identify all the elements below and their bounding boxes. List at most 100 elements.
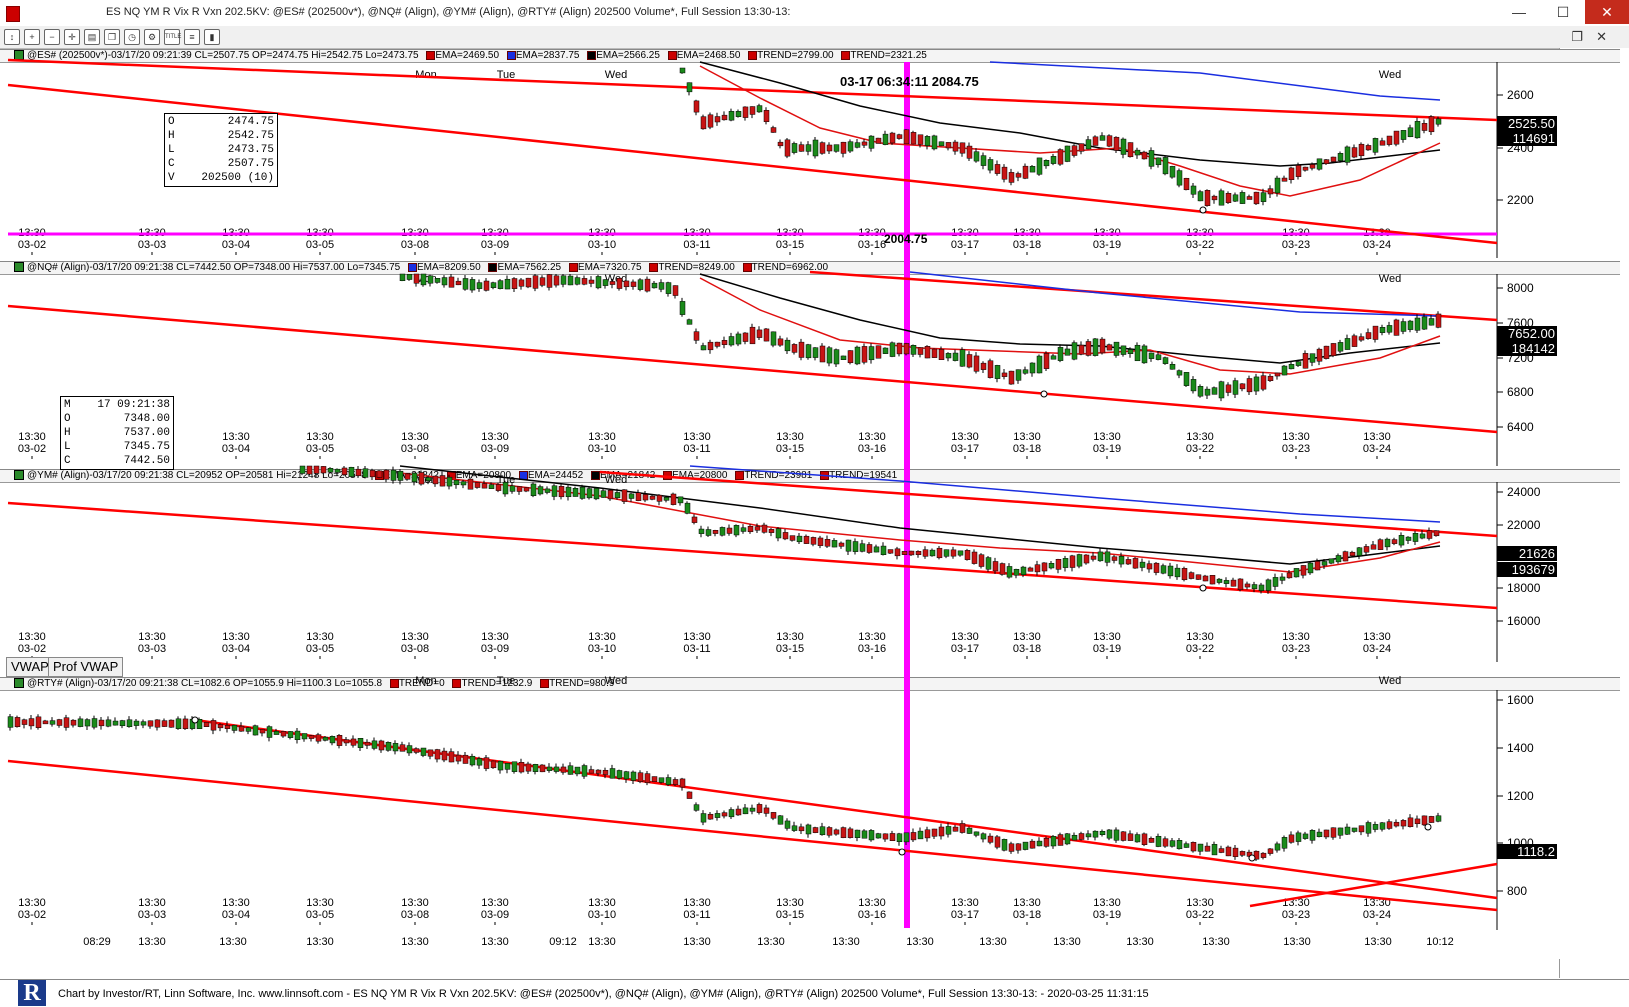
nq-candle — [581, 278, 588, 285]
es-candle — [917, 134, 924, 145]
candle-icon[interactable]: ▮ — [204, 29, 220, 45]
rty-candle — [1400, 820, 1407, 827]
mdi-restore-button[interactable]: ❐ — [1571, 29, 1583, 45]
rty-candle — [1120, 831, 1127, 841]
es-candle — [1092, 136, 1099, 146]
rty-candle — [91, 718, 98, 728]
nq-candle — [1302, 353, 1309, 369]
crosshair-icon[interactable]: ✛ — [64, 29, 80, 45]
date-tick-label: 03-11 — [683, 239, 710, 251]
nq-candle — [896, 342, 903, 355]
price-tick-label: 800 — [1507, 884, 1527, 898]
rty-candle — [679, 778, 686, 788]
date-tick-label: 03-11 — [683, 909, 710, 921]
ym-candle — [572, 487, 579, 497]
es-candle — [840, 141, 847, 154]
rty-candle — [308, 735, 315, 739]
close-button[interactable]: ✕ — [1585, 0, 1629, 24]
rty-candle — [623, 771, 630, 780]
settings-icon[interactable]: ⚙ — [144, 29, 160, 45]
rty-candle — [350, 738, 357, 746]
ym-candle — [628, 493, 635, 499]
chart-toolbar: ↕ + − ✛ ▤ ❐ ◷ ⚙ TITLE ≡ ▮ ❐ ✕ — [0, 26, 1629, 49]
zoom-in-icon[interactable]: + — [24, 29, 40, 45]
nq-candle — [1127, 349, 1134, 354]
day-label: Wed — [605, 675, 627, 687]
ym-candle — [824, 539, 831, 547]
nq-candle — [1232, 380, 1239, 395]
status-bar: R Chart by Investor/RT, Linn Software, I… — [0, 979, 1629, 1007]
ym-candle — [719, 527, 726, 536]
date-tick-label: 03-24 — [1363, 643, 1391, 655]
es-candle — [1260, 192, 1267, 202]
es-candle — [1435, 118, 1442, 125]
nq-candle — [1155, 354, 1162, 360]
nq-candle — [1141, 345, 1148, 364]
es-candle — [1309, 164, 1316, 169]
nq-candle — [805, 344, 812, 359]
title-icon[interactable]: TITLE — [164, 29, 181, 45]
ym-candle — [936, 547, 943, 559]
charts-canvas[interactable]: 2600240022008000760072006800640024000220… — [0, 48, 1560, 978]
rty-candle — [581, 765, 588, 777]
vwap-tab[interactable]: VWAP — [6, 657, 54, 677]
rty-candle — [42, 720, 49, 725]
copy-icon[interactable]: ❐ — [104, 29, 120, 45]
time-tick-label: 13:30 — [1282, 631, 1310, 643]
rty-candle — [406, 745, 413, 754]
rty-candle — [49, 720, 56, 725]
nq-candle — [931, 348, 938, 358]
rty-candle — [749, 807, 756, 812]
ym-candle — [453, 479, 460, 486]
lines-icon[interactable]: ≡ — [184, 29, 200, 45]
rty-candle — [112, 720, 119, 726]
ym-candle — [544, 488, 551, 493]
rty-candle — [658, 777, 665, 783]
minimize-button[interactable]: — — [1497, 0, 1541, 24]
nq-candle — [1169, 364, 1176, 370]
ym-candle — [1272, 577, 1279, 587]
nq-candle — [602, 279, 609, 286]
es-candle — [1134, 149, 1141, 156]
window-titlebar: ES NQ YM R Vix R Vxn 202.5KV: @ES# (2025… — [0, 0, 1629, 27]
time-tick-label: 13:30 — [306, 631, 334, 643]
rty-candle — [413, 748, 420, 753]
ym-candle — [1307, 562, 1314, 574]
scroll-icon[interactable]: ↕ — [4, 29, 20, 45]
ym-candle — [1034, 564, 1041, 573]
nq-candle — [1428, 318, 1435, 326]
rty-candle — [1029, 840, 1036, 849]
nq-candle — [756, 329, 763, 338]
rty-candle — [63, 717, 70, 728]
es-marker-annotation: 2004.75 — [884, 232, 928, 246]
ym-last-price: 21626 — [1497, 546, 1557, 561]
es-candle — [714, 116, 721, 123]
mdi-close-button[interactable]: ✕ — [1596, 29, 1607, 45]
rty-candle — [371, 740, 378, 749]
nq-candle — [434, 278, 441, 283]
nq-candle — [637, 279, 644, 290]
ym-candle — [859, 543, 866, 552]
nq-candle — [483, 280, 490, 291]
pivot-point — [191, 716, 199, 724]
es-candle — [924, 136, 931, 146]
maximize-button[interactable]: ☐ — [1541, 0, 1585, 24]
zoom-out-icon[interactable]: − — [44, 29, 60, 45]
ym-candle — [1300, 565, 1307, 576]
es-candle — [973, 151, 980, 162]
day-label: Mon — [415, 675, 436, 687]
nq-candle — [616, 278, 623, 289]
nq-candle — [406, 273, 413, 280]
rty-candle — [819, 826, 826, 836]
time-tick-label: 13:30 — [588, 631, 616, 643]
ym-candle — [740, 527, 747, 532]
rty-candle — [1302, 833, 1309, 839]
rty-candle — [441, 750, 448, 761]
print-icon[interactable]: ▤ — [84, 29, 100, 45]
rty-candle — [364, 741, 371, 746]
rty-candle — [840, 827, 847, 838]
ym-candle — [929, 549, 936, 557]
prof-vwap-tab[interactable]: Prof VWAP — [48, 657, 124, 677]
window-title: ES NQ YM R Vix R Vxn 202.5KV: @ES# (2025… — [106, 6, 791, 18]
clock-icon[interactable]: ◷ — [124, 29, 140, 45]
